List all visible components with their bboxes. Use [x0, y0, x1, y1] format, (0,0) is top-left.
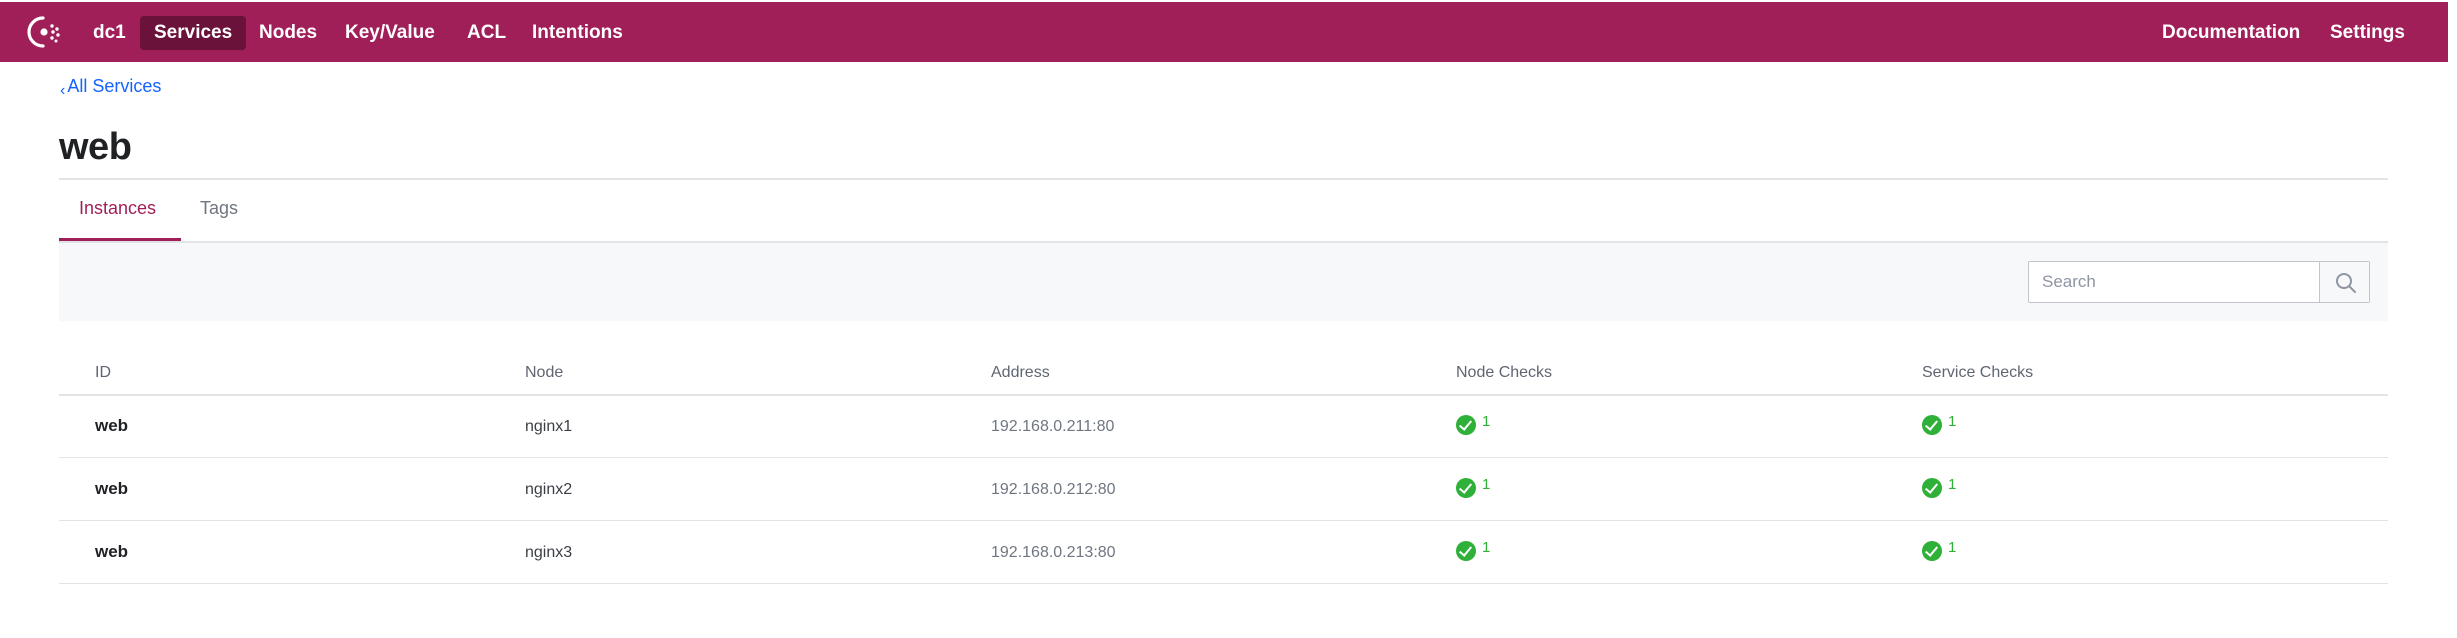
search-icon	[2336, 273, 2356, 293]
nav-item-acl[interactable]: ACL	[467, 16, 506, 50]
page-title: web	[59, 126, 132, 168]
tab-instances[interactable]: Instances	[79, 198, 156, 219]
row-divider	[59, 457, 2388, 458]
service-checks-count: 1	[1948, 475, 1957, 493]
column-header-service-checks: Service Checks	[1922, 364, 2034, 381]
row-divider	[59, 520, 2388, 521]
node-checks-count: 1	[1482, 412, 1491, 430]
title-divider	[59, 178, 2388, 180]
column-header-node-checks: Node Checks	[1456, 364, 1553, 381]
check-circle-icon	[1922, 541, 1942, 561]
instance-address: 192.168.0.211:80	[991, 418, 1115, 435]
nav-item-key-value[interactable]: Key/Value	[345, 16, 435, 50]
node-checks-status: 1	[1456, 475, 1491, 498]
search-input[interactable]	[2029, 262, 2319, 302]
search-box	[2028, 261, 2370, 303]
check-circle-icon	[1456, 541, 1476, 561]
instance-node[interactable]: nginx2	[525, 481, 572, 499]
node-checks-status: 1	[1456, 412, 1491, 435]
node-checks-count: 1	[1482, 475, 1491, 493]
instance-address: 192.168.0.212:80	[991, 481, 1116, 498]
breadcrumb-all-services[interactable]: All Services	[67, 76, 161, 96]
instance-id[interactable]: web	[95, 416, 128, 436]
nav-item-settings[interactable]: Settings	[2330, 16, 2405, 50]
instance-address: 192.168.0.213:80	[991, 544, 1116, 561]
check-circle-icon	[1922, 415, 1942, 435]
nav-item-services[interactable]: Services	[140, 16, 247, 50]
instance-id[interactable]: web	[95, 479, 128, 499]
service-checks-status: 1	[1922, 412, 1957, 435]
row-divider	[59, 583, 2388, 584]
node-checks-count: 1	[1482, 538, 1491, 556]
check-circle-icon	[1456, 415, 1476, 435]
instance-id[interactable]: web	[95, 542, 128, 562]
check-circle-icon	[1456, 478, 1476, 498]
column-header-address: Address	[991, 364, 1050, 381]
nav-item-documentation[interactable]: Documentation	[2162, 16, 2300, 50]
column-header-id: ID	[95, 364, 111, 381]
service-checks-status: 1	[1922, 475, 1957, 498]
nav-item-nodes[interactable]: Nodes	[259, 16, 317, 50]
consul-logo-icon[interactable]	[26, 14, 66, 50]
tab-tags[interactable]: Tags	[200, 198, 238, 219]
table-header-divider	[59, 394, 2388, 396]
instance-node[interactable]: nginx1	[525, 418, 572, 436]
check-circle-icon	[1922, 478, 1942, 498]
node-checks-status: 1	[1456, 538, 1491, 561]
breadcrumb[interactable]: ‹ All Services	[60, 76, 161, 99]
service-checks-status: 1	[1922, 538, 1957, 561]
search-button[interactable]	[2319, 262, 2369, 302]
service-checks-count: 1	[1948, 538, 1957, 556]
nav-item-intentions[interactable]: Intentions	[532, 16, 623, 50]
instance-node[interactable]: nginx3	[525, 544, 572, 562]
chevron-left-icon: ‹	[60, 82, 66, 99]
column-header-node: Node	[525, 364, 564, 381]
service-checks-count: 1	[1948, 412, 1957, 430]
datacenter-selector[interactable]: dc1	[93, 16, 126, 50]
top-navigation: dc1 Services Nodes Key/Value ACL Intenti…	[0, 2, 2448, 62]
